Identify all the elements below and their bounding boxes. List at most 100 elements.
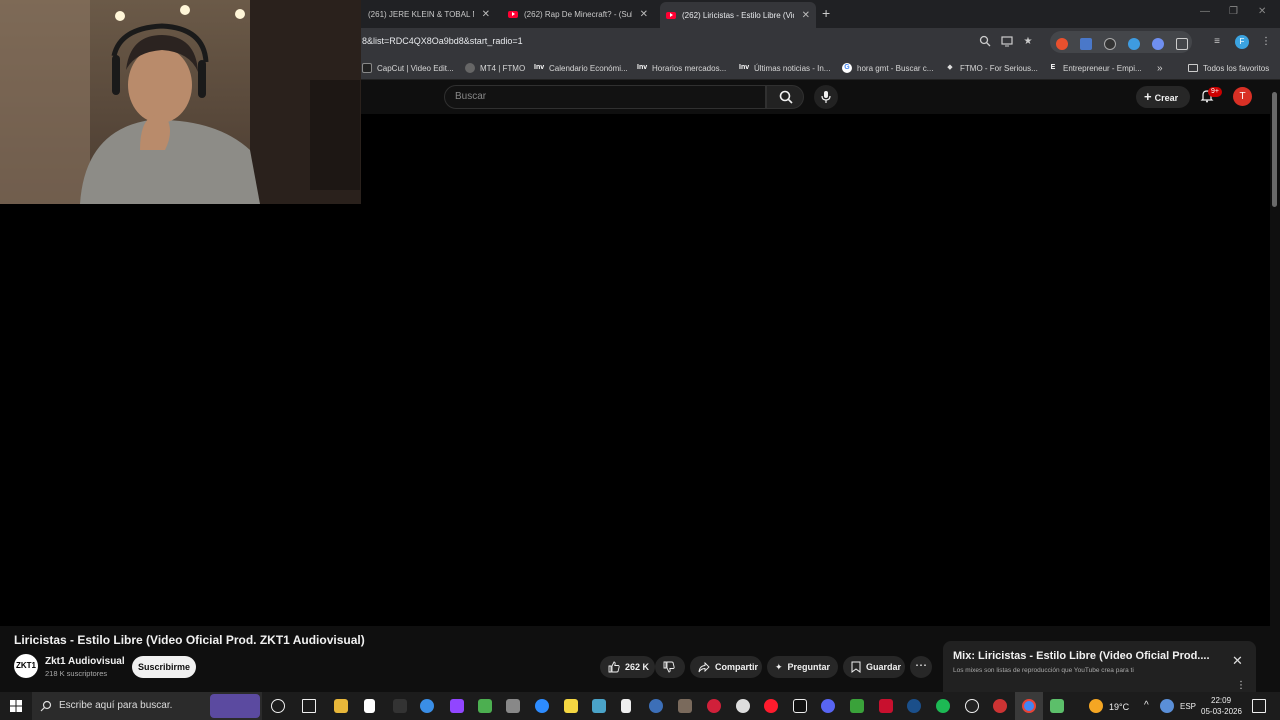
sticky-notes-icon[interactable]: [564, 699, 578, 713]
profile-avatar[interactable]: F: [1235, 35, 1249, 49]
search-input[interactable]: Buscar: [444, 85, 766, 109]
app-icon[interactable]: [965, 699, 979, 713]
notification-center-icon[interactable]: [1252, 699, 1266, 713]
close-window-icon[interactable]: ✕: [1258, 6, 1266, 17]
spotify-icon[interactable]: [936, 699, 950, 713]
app-icon[interactable]: [993, 699, 1007, 713]
language-indicator[interactable]: ESP: [1180, 702, 1196, 711]
settings-gear-icon[interactable]: [736, 699, 750, 713]
bookmark-star-icon[interactable]: ★: [1021, 35, 1035, 49]
app-icon[interactable]: [478, 699, 492, 713]
weather-temperature[interactable]: 19°C: [1109, 702, 1129, 712]
dislike-button[interactable]: [655, 656, 685, 678]
zoom-icon[interactable]: [978, 35, 992, 49]
app-icon[interactable]: [1050, 699, 1064, 713]
share-button[interactable]: Compartir: [690, 656, 762, 678]
browser-tab[interactable]: (262) Rap De Minecraft? - (Sub ✕: [502, 3, 654, 25]
bookmark-item[interactable]: Inv Calendario Económi...: [534, 61, 628, 75]
bookmark-item[interactable]: CapCut | Video Edit...: [362, 61, 454, 75]
browser-tab-active[interactable]: (262) Liricistas - Estilo Libre (Vid ✕: [660, 2, 816, 28]
task-view-icon[interactable]: [302, 699, 316, 713]
close-icon[interactable]: ✕: [640, 9, 648, 20]
bookmark-item[interactable]: Inv Últimas noticias - In...: [739, 61, 830, 75]
clock-time[interactable]: 22:09: [1211, 696, 1231, 705]
minecraft-icon[interactable]: [850, 699, 864, 713]
mix-playlist-panel[interactable]: Mix: Liricistas - Estilo Libre (Video Of…: [943, 641, 1256, 696]
kebab-menu-icon[interactable]: ⋮: [1236, 680, 1246, 691]
capcut-icon[interactable]: [621, 699, 631, 713]
url-field[interactable]: 8&list=RDC4QX8Oa9bd8&start_radio=1: [362, 36, 523, 46]
subscribe-button[interactable]: Suscribirme: [132, 656, 196, 678]
restore-icon[interactable]: ❐: [1229, 6, 1238, 17]
like-button[interactable]: 262 K: [600, 656, 655, 678]
twitch-icon[interactable]: [450, 699, 464, 713]
app-icon[interactable]: [879, 699, 893, 713]
browser-tab[interactable]: (261) JERE KLEIN & TOBAL MJ ✕: [362, 3, 496, 25]
app-icon[interactable]: [678, 699, 692, 713]
ftmo-icon: ◆: [947, 64, 953, 71]
bookmark-item[interactable]: G hora gmt - Buscar c...: [842, 61, 933, 75]
tiktok-icon[interactable]: [793, 699, 807, 713]
minimize-icon[interactable]: —: [1200, 6, 1210, 17]
app-icon[interactable]: [707, 699, 721, 713]
more-actions-button[interactable]: ⋯: [910, 656, 932, 678]
app-icon[interactable]: [393, 699, 407, 713]
network-icon[interactable]: [1160, 699, 1174, 713]
zoom-app-icon[interactable]: [535, 699, 549, 713]
translate-extension-icon[interactable]: [1080, 38, 1092, 50]
install-app-icon[interactable]: [1000, 35, 1014, 49]
bookmark-item[interactable]: MT4 | FTMO: [465, 61, 525, 75]
extension-icon[interactable]: [1152, 38, 1164, 50]
ask-button[interactable]: ✦ Preguntar: [767, 656, 838, 678]
steam-icon[interactable]: [907, 699, 921, 713]
video-title: Liricistas - Estilo Libre (Video Oficial…: [14, 633, 365, 647]
kebab-menu-icon[interactable]: ⋮: [1259, 35, 1273, 49]
investing-icon: Inv: [534, 64, 545, 71]
bookmark-item[interactable]: E Entrepreneur - Empi...: [1048, 61, 1142, 75]
bookmarks-overflow-icon[interactable]: »: [1157, 61, 1163, 75]
channel-avatar[interactable]: ZKT1: [14, 654, 38, 678]
extension-icon[interactable]: [1104, 38, 1116, 50]
close-icon[interactable]: ✕: [1232, 653, 1243, 669]
bookmark-label: CapCut | Video Edit...: [377, 63, 454, 73]
windows-start-icon[interactable]: [10, 700, 22, 712]
app-icon[interactable]: [506, 699, 520, 713]
weather-sun-icon[interactable]: [1089, 699, 1103, 713]
bookmark-label: FTMO - For Serious...: [960, 63, 1038, 73]
reading-list-icon[interactable]: ≡: [1210, 35, 1224, 49]
save-button[interactable]: Guardar: [843, 656, 905, 678]
new-tab-button[interactable]: +: [822, 5, 830, 21]
opera-icon[interactable]: [764, 699, 778, 713]
close-icon[interactable]: ✕: [802, 10, 810, 21]
voice-search-button[interactable]: [814, 85, 838, 109]
extension-icon[interactable]: [1128, 38, 1140, 50]
cortana-icon[interactable]: [271, 699, 285, 713]
app-icon[interactable]: [592, 699, 606, 713]
app-icon[interactable]: [649, 699, 663, 713]
search-highlight-icon: [210, 694, 260, 718]
close-icon[interactable]: ✕: [482, 9, 490, 20]
notepad-icon[interactable]: [364, 699, 375, 713]
chrome-icon[interactable]: [1022, 699, 1036, 713]
extensions-puzzle-icon[interactable]: [1176, 38, 1188, 50]
discord-icon[interactable]: [821, 699, 835, 713]
search-button[interactable]: [766, 85, 804, 109]
extensions-group: [1050, 31, 1192, 53]
file-explorer-icon[interactable]: [334, 699, 348, 713]
all-bookmarks-folder[interactable]: Todos los favoritos: [1188, 61, 1269, 75]
channel-name[interactable]: Zkt1 Audiovisual: [45, 656, 125, 667]
extension-icon[interactable]: [1056, 38, 1068, 50]
clock-date[interactable]: 05-03-2026: [1201, 707, 1242, 716]
microphone-icon: [821, 91, 831, 103]
scrollbar-thumb[interactable]: [1272, 92, 1277, 207]
account-avatar[interactable]: T: [1233, 87, 1252, 106]
tray-chevron-icon[interactable]: ^: [1144, 700, 1149, 711]
copilot-icon[interactable]: [420, 699, 434, 713]
bookmark-item[interactable]: Inv Horarios mercados...: [637, 61, 726, 75]
thumbs-up-icon: [608, 661, 620, 673]
bookmark-item[interactable]: ◆ FTMO - For Serious...: [945, 61, 1038, 75]
mix-title[interactable]: Mix: Liricistas - Estilo Libre (Video Of…: [953, 650, 1210, 662]
create-button[interactable]: + Crear: [1136, 86, 1190, 108]
like-count: 262 K: [625, 662, 650, 672]
page-scrollbar[interactable]: [1270, 80, 1280, 692]
